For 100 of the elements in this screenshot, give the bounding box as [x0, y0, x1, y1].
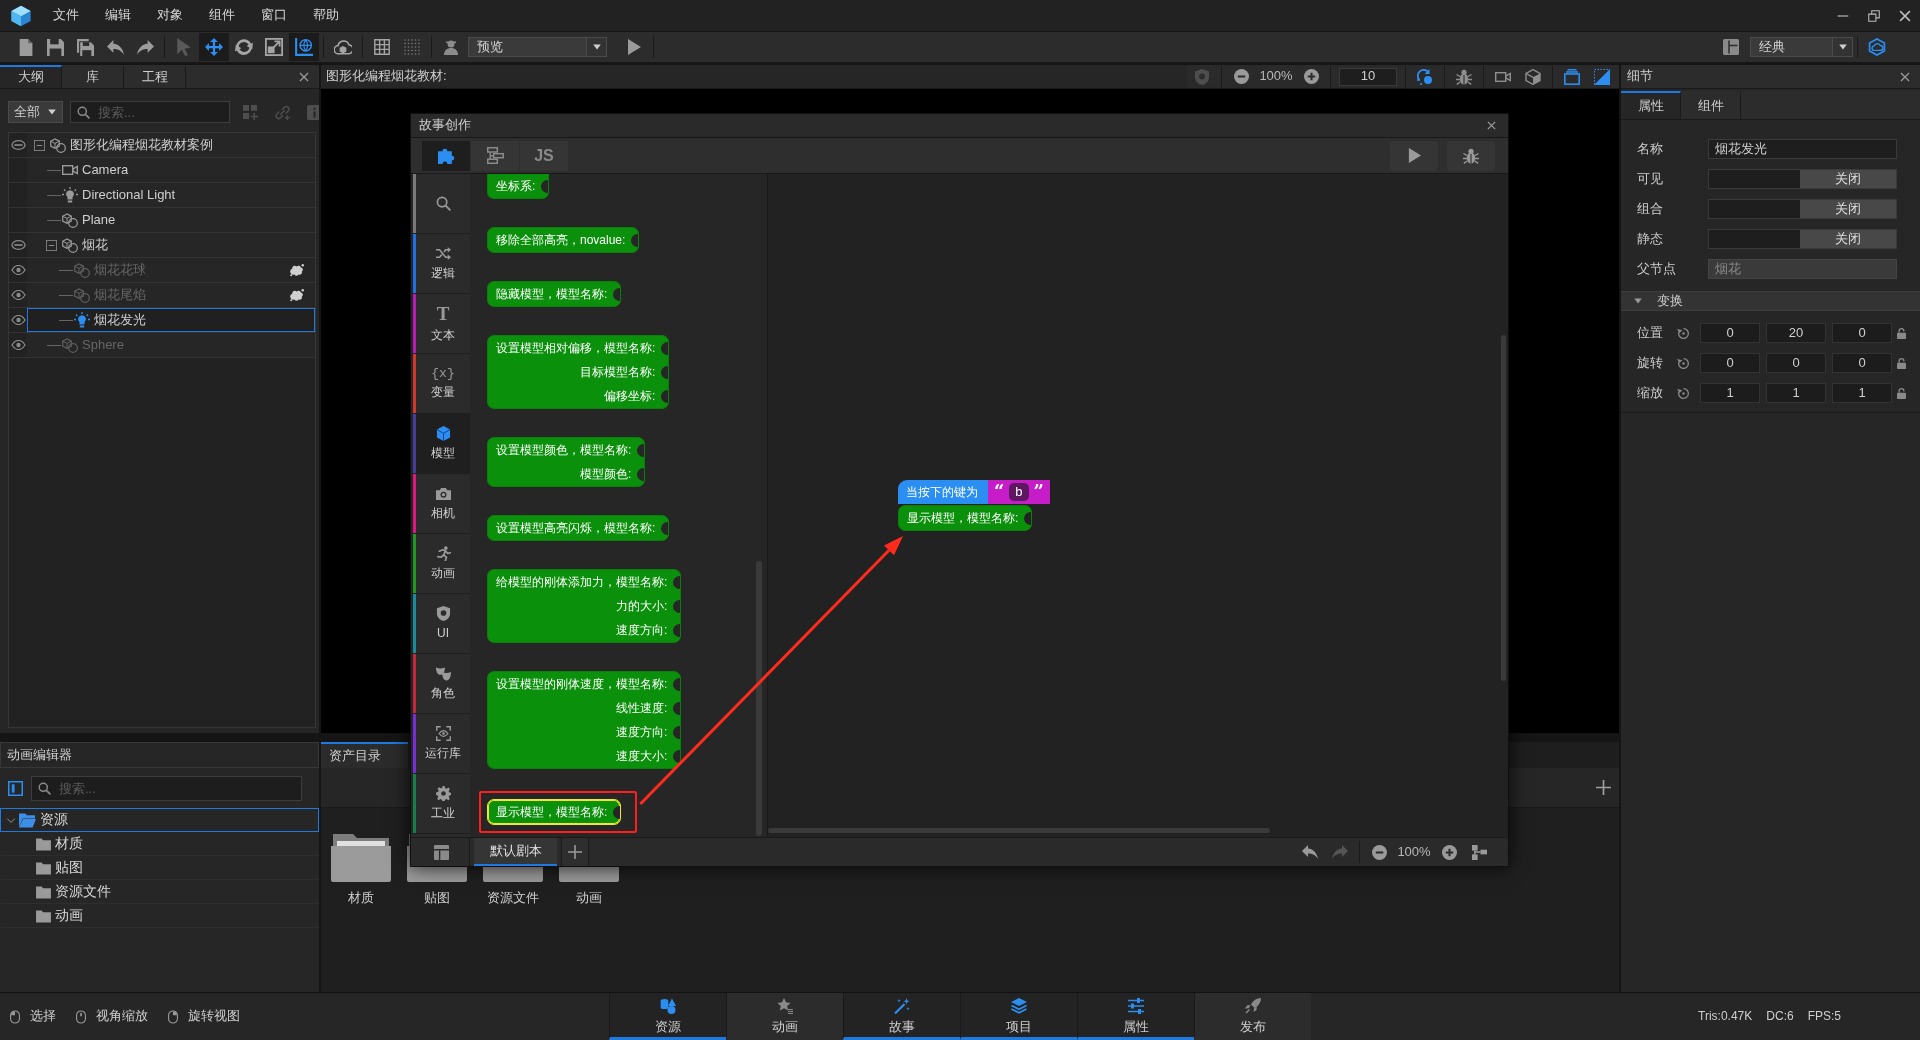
menu-item[interactable]: 窗口	[248, 7, 300, 24]
tree-row[interactable]: 烟花	[27, 233, 315, 257]
text-field[interactable]: 烟花发光	[1708, 139, 1897, 159]
cloud-icon[interactable]	[1868, 38, 1886, 56]
mode-dropdown[interactable]: 预览	[468, 37, 607, 57]
dot-grid-icon[interactable]	[404, 39, 420, 55]
video-camera-icon[interactable]	[1495, 71, 1511, 82]
tree-row[interactable]: Camera	[27, 158, 315, 182]
run-button[interactable]	[1390, 140, 1438, 171]
section-header[interactable]: 变换	[1621, 291, 1920, 311]
bottom-tab[interactable]: 资源	[609, 993, 726, 1040]
snap-icon[interactable]	[1417, 68, 1433, 85]
panel-tab[interactable]: 属性	[1621, 91, 1681, 119]
category-tab[interactable]: 模型	[413, 414, 470, 474]
code-block[interactable]: 设置模型高亮闪烁，模型名称:	[487, 515, 670, 541]
code-block[interactable]: 设置模型颜色，模型名称: 模型颜色:	[487, 437, 646, 487]
bottom-tab[interactable]: 项目	[960, 993, 1077, 1040]
tree-row[interactable]: Directional Light	[27, 183, 315, 207]
undo-icon[interactable]	[106, 38, 124, 56]
world-space-button[interactable]	[289, 33, 319, 61]
eye-icon[interactable]	[10, 315, 26, 325]
code-block[interactable]: 隐藏模型，模型名称:	[487, 281, 622, 307]
number-field[interactable]: 0	[1832, 323, 1892, 343]
filter-dropdown[interactable]: 全部	[8, 101, 63, 123]
bottom-tab[interactable]: 故事	[843, 993, 960, 1040]
bug-icon[interactable]	[1456, 68, 1472, 85]
chevron-down-icon[interactable]	[6, 817, 16, 823]
editor-tab[interactable]	[422, 140, 470, 171]
panel-tab[interactable]: 工程	[124, 65, 186, 88]
close-icon[interactable]	[1898, 9, 1911, 22]
gradient-icon[interactable]	[1594, 68, 1610, 85]
panel-tab[interactable]: 资产目录	[321, 742, 408, 768]
code-block[interactable]: 移除全部高亮，novalue:	[487, 227, 640, 253]
minus-oval-icon[interactable]	[10, 140, 26, 150]
toggle-button[interactable]: 关闭	[1800, 170, 1896, 188]
eye-icon[interactable]	[10, 340, 26, 350]
cube-icon[interactable]	[1525, 68, 1541, 85]
toggle-button[interactable]: 关闭	[1800, 230, 1896, 248]
toggle-track[interactable]: 关闭	[1708, 169, 1897, 189]
play-icon[interactable]	[626, 39, 642, 55]
scrollbar-thumb[interactable]	[756, 561, 762, 836]
reset-icon[interactable]	[1677, 326, 1690, 340]
toggle-track[interactable]: 关闭	[1708, 229, 1897, 249]
number-field[interactable]: 1	[1766, 383, 1826, 403]
menu-item[interactable]: 文件	[40, 7, 92, 24]
number-field[interactable]: 20	[1766, 323, 1826, 343]
zoom-out-icon[interactable]	[1371, 844, 1387, 860]
code-block[interactable]: 设置模型相对偏移，模型名称: 目标模型名称: 偏移坐标:	[487, 335, 670, 409]
key-field[interactable]: b	[1009, 483, 1029, 501]
layout-icon[interactable]	[1723, 39, 1739, 55]
search-field[interactable]: 搜索...	[70, 101, 230, 123]
grid-icon[interactable]	[374, 39, 390, 55]
layers-icon[interactable]	[1564, 68, 1580, 85]
menu-item[interactable]: 帮助	[300, 7, 352, 24]
grid-size-field[interactable]: 10	[1339, 67, 1397, 86]
code-block[interactable]: 显示模型，模型名称:	[898, 505, 1033, 531]
close-icon[interactable]	[1487, 121, 1496, 130]
collapse-icon[interactable]	[45, 239, 57, 251]
fit-icon[interactable]	[1471, 844, 1487, 860]
layout-dropdown[interactable]: 经典	[1750, 37, 1853, 57]
zoom-out-icon[interactable]	[1233, 69, 1249, 84]
panel-icon[interactable]	[433, 844, 449, 860]
zoom-in-icon[interactable]	[1441, 844, 1457, 860]
code-block[interactable]: 设置模型的刚体速度，模型名称: 线性速度: 速度方向: 速度大小:	[487, 671, 682, 769]
number-field[interactable]: 1	[1832, 383, 1892, 403]
bottom-tab[interactable]: 发布	[1194, 993, 1311, 1040]
undo-icon[interactable]	[1302, 844, 1318, 860]
scrollbar-thumb[interactable]	[1501, 335, 1506, 681]
scrollbar-thumb[interactable]	[768, 828, 1270, 833]
tree-row[interactable]: 图形化编程烟花教材案例	[27, 133, 315, 157]
bottom-tab[interactable]: 动画	[726, 993, 843, 1040]
eye-icon[interactable]	[10, 265, 26, 275]
panel-tab[interactable]: 大纲	[0, 65, 62, 88]
script-tab[interactable]: 默认剧本	[474, 838, 557, 866]
lock-icon[interactable]	[1896, 357, 1907, 369]
bottom-tab[interactable]: 属性	[1077, 993, 1194, 1040]
editor-tab[interactable]: JS	[520, 140, 568, 171]
lock-icon[interactable]	[1896, 327, 1907, 339]
menu-item[interactable]: 对象	[144, 7, 196, 24]
zoom-in-icon[interactable]	[1303, 69, 1319, 84]
number-field[interactable]: 0	[1700, 323, 1760, 343]
number-field[interactable]: 1	[1700, 383, 1760, 403]
reset-icon[interactable]	[1677, 386, 1690, 400]
move-tool-button[interactable]	[199, 33, 229, 61]
tree-row[interactable]: 资源	[0, 808, 319, 832]
lock-icon[interactable]	[1896, 387, 1907, 399]
menu-item[interactable]: 编辑	[92, 7, 144, 24]
minus-oval-icon[interactable]	[10, 240, 26, 250]
editor-tab[interactable]	[471, 140, 519, 171]
number-field[interactable]: 0	[1700, 353, 1760, 373]
tree-row[interactable]: Plane	[27, 208, 315, 232]
debug-button[interactable]	[1447, 140, 1495, 171]
string-block[interactable]: “ b ”	[988, 480, 1050, 504]
code-block[interactable]: 坐标系:	[487, 174, 550, 199]
sidebar-toggle-icon[interactable]	[8, 781, 23, 796]
save-icon[interactable]	[46, 38, 64, 56]
code-block[interactable]: 显示模型，模型名称:	[487, 799, 622, 825]
add-tab-button[interactable]	[561, 838, 589, 866]
number-field[interactable]: 0	[1766, 353, 1826, 373]
reset-icon[interactable]	[1677, 356, 1690, 370]
